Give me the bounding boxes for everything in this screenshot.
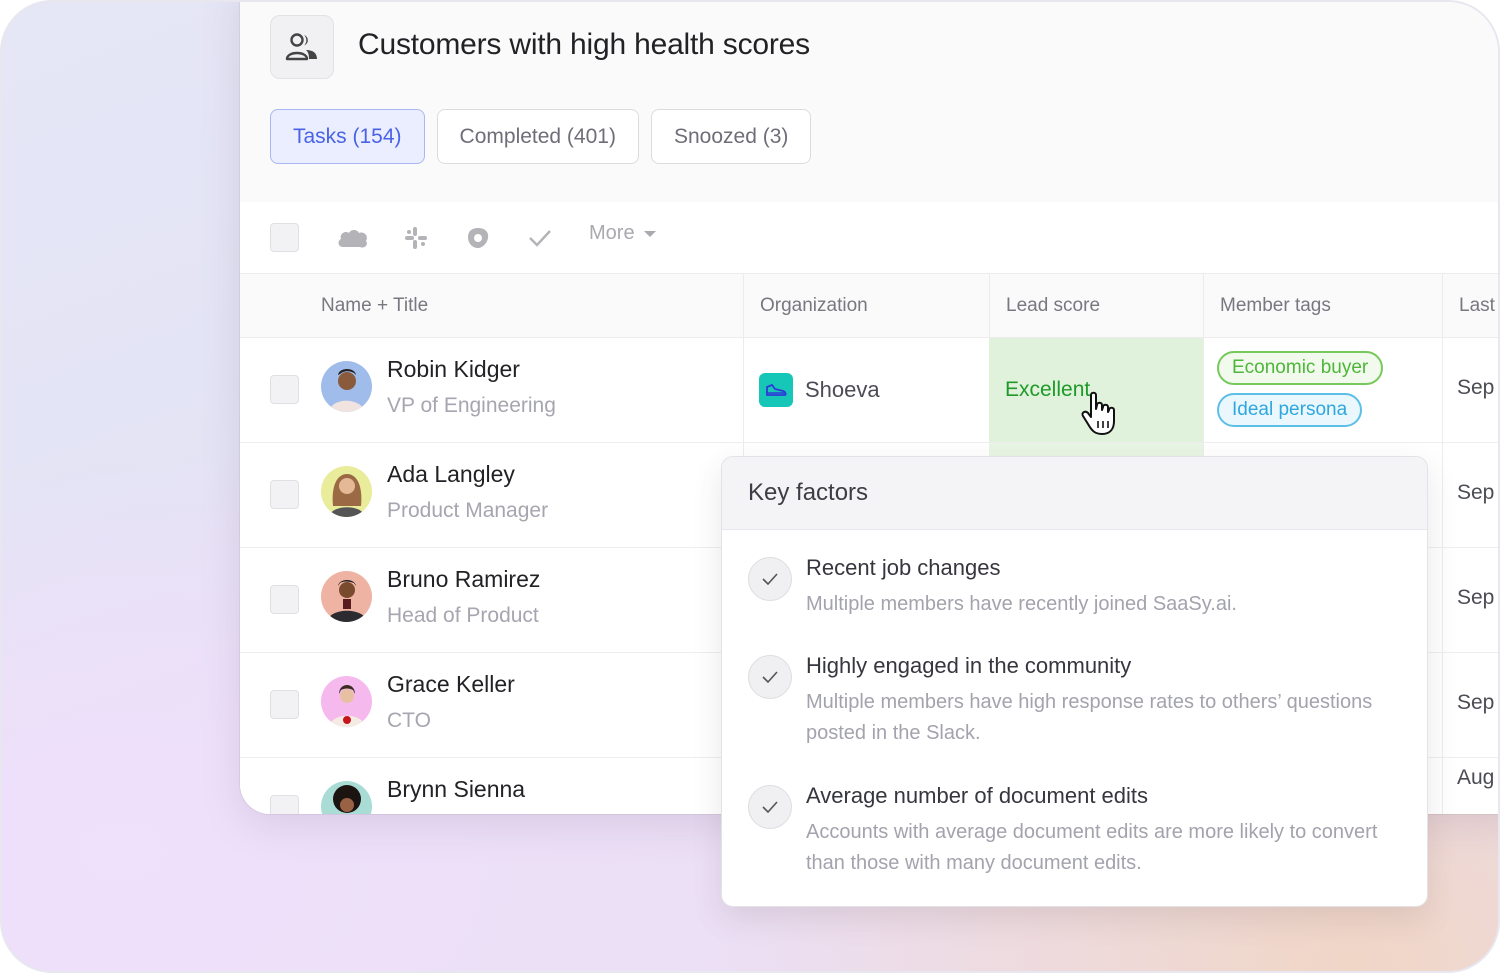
factor-description: Multiple members have recently joined Sa…	[806, 593, 1237, 615]
tag-ideal-persona[interactable]: Ideal persona	[1217, 393, 1363, 427]
lead-score-value: Excellent	[1005, 378, 1091, 401]
column-header-last[interactable]: Last	[1442, 274, 1498, 338]
person-title: Head of Product	[387, 604, 539, 627]
check-circle-icon	[748, 557, 792, 601]
factor-description: Accounts with average document edits are…	[806, 821, 1378, 874]
avatar	[321, 676, 372, 727]
key-factors-popover: Key factors Recent job changes Multiple …	[721, 456, 1428, 907]
table-toolbar: More	[240, 202, 1498, 274]
tag-economic-buyer[interactable]: Economic buyer	[1217, 351, 1384, 385]
table-row[interactable]: Robin Kidger VP of Engineering Shoeva Ex…	[240, 338, 1498, 443]
users-icon	[270, 15, 334, 79]
column-header-name[interactable]: Name + Title	[240, 274, 743, 338]
column-header-lead-score[interactable]: Lead score	[989, 274, 1203, 338]
select-all-checkbox[interactable]	[270, 223, 299, 252]
column-divider	[1442, 653, 1443, 757]
factor-title: Highly engaged in the community	[806, 653, 1132, 678]
factor-description: Multiple members have high response rate…	[806, 691, 1373, 744]
organization-name: Shoeva	[805, 377, 880, 402]
row-checkbox[interactable]	[270, 690, 299, 719]
caret-down-icon	[643, 230, 656, 237]
column-header-member-tags[interactable]: Member tags	[1203, 274, 1442, 338]
check-circle-icon	[748, 655, 792, 699]
person-name[interactable]: Ada Langley	[387, 461, 515, 488]
avatar	[321, 571, 372, 622]
more-dropdown[interactable]: More	[589, 222, 657, 245]
popover-title: Key factors	[722, 457, 1427, 530]
tab-completed[interactable]: Completed (401)	[436, 109, 639, 164]
tab-snoozed[interactable]: Snoozed (3)	[650, 109, 812, 164]
last-value: Sep	[1457, 481, 1495, 504]
page-title: Customers with high health scores	[358, 28, 810, 61]
last-value: Sep	[1457, 376, 1495, 399]
member-tags: Economic buyer Ideal persona	[1217, 351, 1384, 427]
column-divider	[1442, 443, 1443, 547]
shoe-logo-icon	[759, 373, 793, 407]
person-name[interactable]: Grace Keller	[387, 671, 515, 698]
person-title: VP of Engineering	[387, 394, 556, 417]
column-divider	[1203, 338, 1204, 442]
column-divider	[743, 338, 744, 442]
factor-title: Recent job changes	[806, 555, 1001, 580]
avatar	[321, 361, 372, 412]
column-header-organization[interactable]: Organization	[743, 274, 989, 338]
outreach-icon[interactable]	[462, 224, 494, 252]
more-label: More	[589, 222, 635, 244]
last-value: Aug	[1457, 766, 1495, 789]
person-title: CTO	[387, 709, 431, 732]
factor-title: Average number of document edits	[806, 783, 1149, 808]
tab-tasks[interactable]: Tasks (154)	[270, 109, 425, 164]
slack-icon[interactable]	[400, 224, 432, 252]
row-checkbox[interactable]	[270, 375, 299, 404]
person-title: Product Manager	[387, 499, 549, 522]
avatar	[321, 466, 372, 517]
row-checkbox[interactable]	[270, 795, 299, 814]
check-circle-icon	[748, 785, 792, 829]
organization-cell[interactable]: Shoeva	[759, 373, 880, 407]
person-name[interactable]: Brynn Sienna	[387, 776, 525, 803]
column-divider	[1442, 758, 1443, 814]
tab-bar: Tasks (154) Completed (401) Snoozed (3)	[270, 109, 812, 164]
person-name[interactable]: Robin Kidger	[387, 356, 520, 383]
avatar	[321, 781, 372, 814]
last-value: Sep	[1457, 691, 1495, 714]
row-checkbox[interactable]	[270, 480, 299, 509]
row-checkbox[interactable]	[270, 585, 299, 614]
column-divider	[1442, 548, 1443, 652]
panel-header: Customers with high health scores Tasks …	[240, 2, 1498, 232]
check-icon[interactable]	[524, 224, 556, 252]
table-header: Name + Title Organization Lead score Mem…	[240, 274, 1498, 338]
column-divider	[1442, 338, 1443, 442]
background-frame: Customers with high health scores Tasks …	[0, 0, 1500, 973]
salesforce-icon[interactable]	[337, 224, 369, 252]
last-value: Sep	[1457, 586, 1495, 609]
person-name[interactable]: Bruno Ramirez	[387, 566, 540, 593]
hand-pointer-cursor-icon	[1080, 391, 1122, 437]
